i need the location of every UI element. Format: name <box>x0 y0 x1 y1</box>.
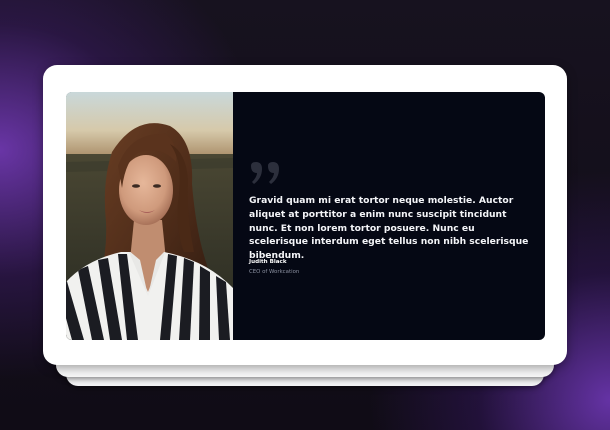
author-name: Judith Black <box>249 259 287 265</box>
quote-marks-icon <box>251 162 279 184</box>
testimonial-content: Gravid quam mi erat tortor neque molesti… <box>233 92 545 340</box>
testimonial-quote: Gravid quam mi erat tortor neque molesti… <box>249 195 529 262</box>
author-role: CEO of Workcation <box>249 269 300 275</box>
testimonial-card: Gravid quam mi erat tortor neque molesti… <box>66 92 545 340</box>
portrait-photo <box>66 92 233 340</box>
